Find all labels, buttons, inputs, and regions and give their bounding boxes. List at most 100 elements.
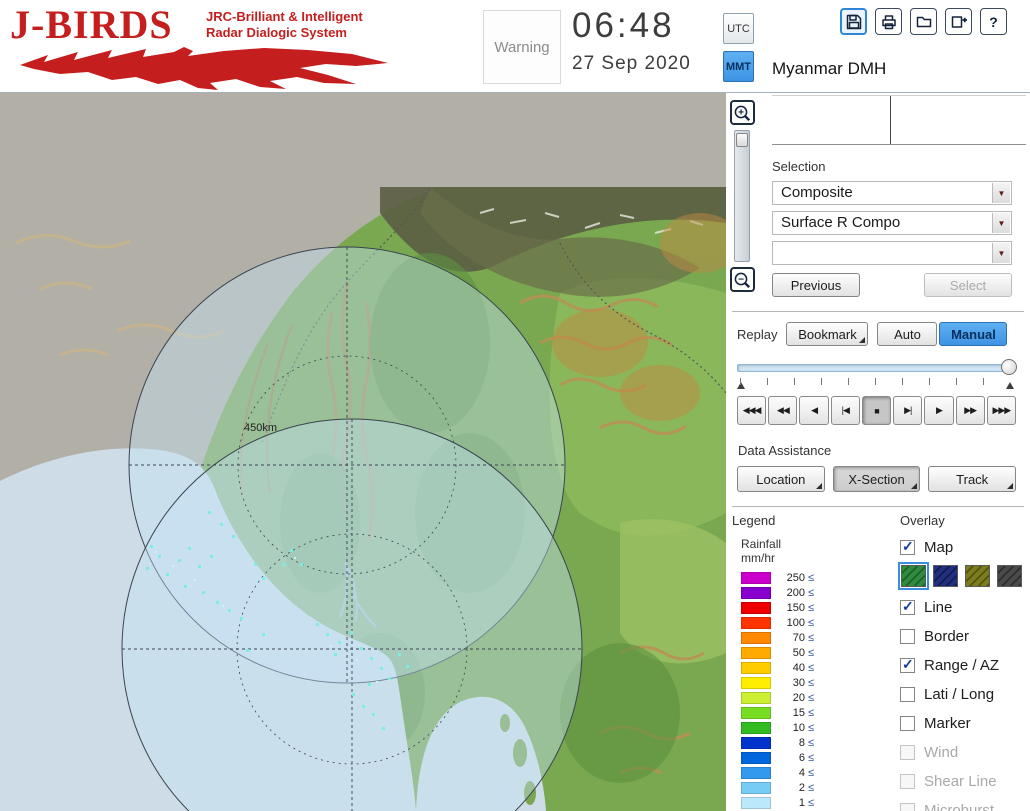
manual-button[interactable]: Manual	[939, 322, 1008, 346]
checkbox-wind	[900, 744, 915, 760]
export-button[interactable]	[945, 8, 972, 35]
legend-color-chip	[741, 767, 771, 779]
overlay-label: Shear Line	[924, 772, 997, 790]
legend-color-chip	[741, 587, 771, 599]
mmt-button[interactable]: MMT	[723, 51, 754, 82]
dropdown-arrow-button[interactable]: ▼	[992, 213, 1010, 233]
map-style-green-swatch[interactable]	[898, 562, 929, 590]
auto-button[interactable]: Auto	[877, 322, 938, 346]
overlay-list: Map Line Border Range / AZ Lati / Long Marker…	[898, 538, 1030, 811]
app-logo-subtitle-line2: Radar Dialogic System	[206, 25, 347, 40]
checkbox-border[interactable]	[900, 628, 915, 644]
overlay-item-range-az[interactable]: Range / AZ	[900, 656, 1030, 674]
legend-value: 10	[792, 722, 805, 734]
replay-slider-ruler	[737, 377, 1014, 389]
legend-value: 200	[786, 587, 805, 599]
legend-color-chip	[741, 662, 771, 674]
fast-rewind-button[interactable]: ◀◀	[768, 396, 798, 425]
bookmark-button[interactable]: Bookmark	[786, 322, 869, 346]
map-style-navy-swatch[interactable]	[933, 565, 958, 587]
track-button[interactable]: Track	[928, 466, 1017, 492]
legend-value: 6	[798, 752, 805, 764]
product-sub-select[interactable]: ▼	[772, 241, 1012, 265]
product-category-value: Composite	[781, 184, 853, 201]
replay-slider-knob[interactable]	[1001, 359, 1017, 375]
checkbox-range-az[interactable]	[900, 656, 915, 673]
eagle-logo-icon	[20, 47, 388, 90]
checkbox-shear-line	[900, 773, 915, 789]
playback-controls: ◀◀◀ ◀◀ ◀ |◀ ■ ▶| ▶ ▶▶ ▶▶▶	[737, 396, 1016, 425]
divider	[732, 311, 1024, 312]
checkbox-line[interactable]	[900, 598, 915, 615]
floppy-icon	[846, 14, 861, 29]
product-select[interactable]: Surface R Compo ▼	[772, 211, 1012, 235]
overlay-item-shear-line: Shear Line	[900, 772, 1030, 790]
overlay-item-line[interactable]: Line	[900, 598, 1030, 616]
chevron-down-icon: ▼	[997, 248, 1006, 258]
legend-section: Legend Rainfall mm/hr 250 ≤200 ≤150 ≤100 ≤70…	[732, 513, 882, 811]
timezone-toggle: UTC MMT	[723, 13, 754, 82]
legend-color-chip	[741, 647, 771, 659]
legend-row: 50 ≤	[741, 647, 882, 659]
xsection-button[interactable]: X-Section	[832, 466, 921, 492]
seek-end-button[interactable]: ▶▶▶	[986, 396, 1016, 425]
replay-section: Replay Bookmark Auto Manual	[737, 322, 1018, 346]
legend-row: 4 ≤	[741, 767, 882, 779]
legend-operator: ≤	[808, 767, 815, 779]
step-back-button[interactable]: |◀	[830, 396, 860, 425]
legend-color-chip	[741, 797, 771, 809]
previous-button[interactable]: Previous	[772, 273, 860, 297]
play-reverse-button[interactable]: ◀	[799, 396, 829, 425]
checkbox-marker[interactable]	[900, 715, 915, 731]
zoom-in-button[interactable]: +	[729, 100, 755, 125]
seek-start-button[interactable]: ◀◀◀	[737, 396, 767, 425]
range-ring-label: 450km	[244, 422, 277, 434]
legend-value: 1	[798, 797, 805, 809]
legend-operator: ≤	[808, 662, 815, 674]
legend-color-chip	[741, 602, 771, 614]
product-category-select[interactable]: Composite ▼	[772, 181, 1012, 205]
fast-forward-button[interactable]: ▶▶	[955, 396, 985, 425]
checkbox-map[interactable]	[900, 538, 915, 555]
checkbox-lati-long[interactable]	[900, 686, 915, 702]
overlay-item-border[interactable]: Border	[900, 627, 1030, 645]
utc-button[interactable]: UTC	[723, 13, 754, 44]
overlay-item-marker[interactable]: Marker	[900, 714, 1030, 732]
overlay-label: Line	[924, 598, 953, 616]
overlay-item-lati-long[interactable]: Lati / Long	[900, 685, 1030, 703]
data-assistance-label: Data Assistance	[738, 443, 832, 458]
image-plus-icon	[951, 15, 967, 28]
zoom-out-button[interactable]: −	[729, 267, 755, 292]
legend-value: 250	[786, 572, 805, 584]
data-assistance-buttons: Location X-Section Track	[737, 466, 1017, 492]
header: J-BIRDS JRC-Brilliant & Intelligent Rada…	[0, 0, 1030, 93]
map-style-olive-swatch[interactable]	[965, 565, 990, 587]
print-button[interactable]	[875, 8, 902, 35]
replay-slider-track[interactable]	[737, 364, 1010, 372]
dropdown-arrow-button[interactable]: ▼	[992, 243, 1010, 263]
save-button[interactable]	[840, 8, 867, 35]
step-forward-button[interactable]: ▶|	[893, 396, 923, 425]
legend-value: 150	[786, 602, 805, 614]
zoom-slider-handle[interactable]	[736, 133, 748, 147]
legend-operator: ≤	[808, 707, 815, 719]
stop-button[interactable]: ■	[861, 396, 892, 425]
select-button[interactable]: Select	[924, 273, 1012, 297]
play-button[interactable]: ▶	[924, 396, 954, 425]
zoom-slider-track[interactable]	[734, 130, 750, 262]
overlay-item-map[interactable]: Map	[900, 538, 1030, 556]
legend-operator: ≤	[808, 617, 815, 629]
status-display	[772, 95, 1026, 145]
dropdown-arrow-button[interactable]: ▼	[992, 183, 1010, 203]
overlay-label: Microburst	[924, 801, 995, 811]
map-style-gray-swatch[interactable]	[997, 565, 1022, 587]
radar-map-area: 450km	[0, 93, 726, 811]
open-button[interactable]	[910, 8, 937, 35]
overlay-label: Lati / Long	[924, 685, 995, 703]
overlay-section: Overlay Map Line Border Range / AZ Lati / Lo…	[882, 513, 1030, 811]
location-button[interactable]: Location	[737, 466, 825, 492]
selection-section: Selection Composite ▼ Surface R Compo ▼ …	[772, 159, 1012, 297]
help-button[interactable]: ?	[980, 8, 1007, 35]
radar-map-canvas[interactable]: 450km	[0, 93, 726, 811]
legend-unit: mm/hr	[741, 551, 775, 565]
